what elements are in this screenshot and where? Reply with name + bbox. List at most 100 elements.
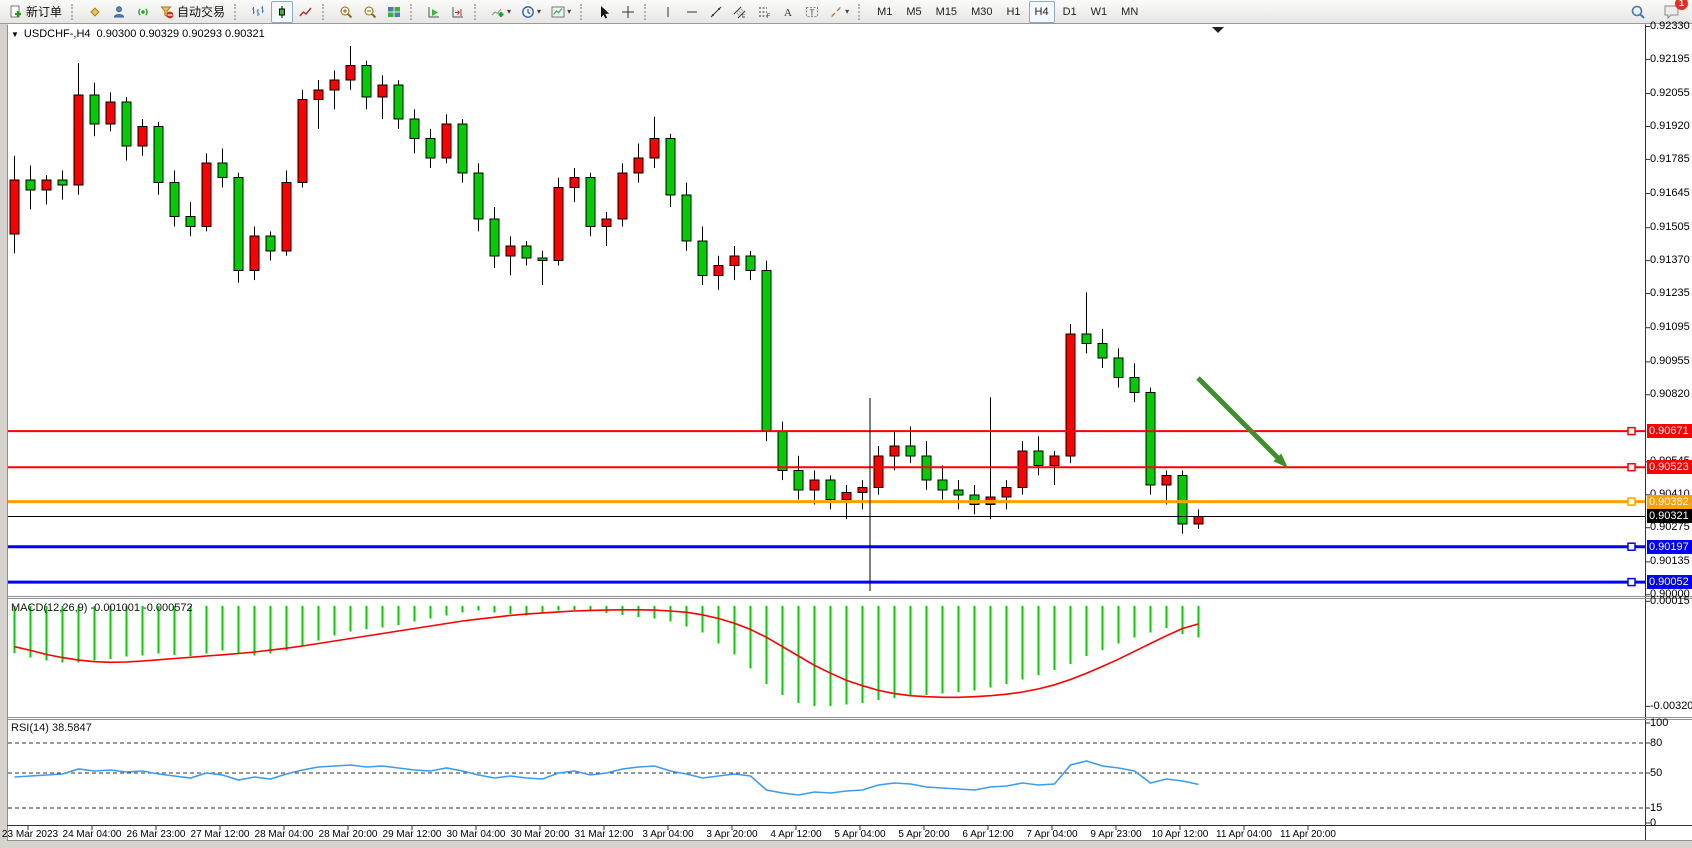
rsi-indicator-label: RSI(14) 38.5847 bbox=[11, 722, 92, 734]
candle bbox=[218, 163, 227, 178]
candle bbox=[938, 480, 947, 490]
candle bbox=[298, 100, 307, 183]
candle bbox=[10, 180, 19, 234]
candle bbox=[1114, 358, 1123, 378]
candle bbox=[1162, 475, 1171, 485]
candle bbox=[746, 256, 755, 271]
candle bbox=[538, 258, 547, 260]
candle bbox=[250, 236, 259, 270]
candle bbox=[234, 178, 243, 271]
candle bbox=[1098, 344, 1107, 359]
candle bbox=[1018, 451, 1027, 488]
candle bbox=[1002, 487, 1011, 497]
candle bbox=[650, 139, 659, 159]
rsi-axis-tick: 0 bbox=[1650, 817, 1656, 829]
candle bbox=[1034, 451, 1043, 466]
candle bbox=[586, 178, 595, 227]
candle bbox=[170, 183, 179, 217]
candle bbox=[474, 173, 483, 219]
rsi-name: RSI(14) bbox=[11, 722, 49, 734]
chart-ohlc-values: 0.90300 0.90329 0.90293 0.90321 bbox=[97, 28, 265, 40]
rsi-pane bbox=[8, 743, 1645, 808]
candle bbox=[1066, 334, 1075, 456]
candle bbox=[74, 95, 83, 185]
candle bbox=[362, 66, 371, 98]
candle bbox=[666, 139, 675, 195]
macd-indicator-label: MACD(12,26,9) -0.001001 -0.000572 bbox=[11, 602, 193, 614]
candle bbox=[794, 470, 803, 490]
price-line-tag: 0.90523 bbox=[1647, 460, 1692, 474]
price-axis-tick: 0.91095 bbox=[1650, 321, 1690, 333]
time-axis-label: 6 Apr 12:00 bbox=[962, 829, 1013, 840]
time-axis-label: 29 Mar 12:00 bbox=[383, 829, 442, 840]
chart-title: ▼ USDCHF-,H4 0.90300 0.90329 0.90293 0.903… bbox=[11, 28, 265, 40]
time-axis-label: 3 Apr 20:00 bbox=[706, 829, 757, 840]
window-left-border bbox=[0, 24, 7, 848]
price-axis-tick: 0.91235 bbox=[1650, 287, 1690, 299]
candle bbox=[506, 246, 515, 256]
candle bbox=[282, 183, 291, 251]
candle bbox=[490, 219, 499, 256]
price-axis-tick: 0.90135 bbox=[1650, 555, 1690, 567]
time-axis-label: 30 Mar 20:00 bbox=[511, 829, 570, 840]
rsi-axis-tick: 100 bbox=[1650, 717, 1668, 729]
candle bbox=[122, 102, 131, 146]
candle bbox=[570, 178, 579, 188]
candle bbox=[730, 256, 739, 266]
price-line-tag: 0.90052 bbox=[1647, 575, 1692, 589]
candle bbox=[682, 195, 691, 241]
macd-name: MACD(12,26,9) bbox=[11, 602, 87, 614]
candle bbox=[26, 180, 35, 190]
candle bbox=[874, 456, 883, 488]
macd-pane bbox=[15, 606, 1199, 706]
candle bbox=[890, 446, 899, 456]
rsi-axis-tick: 80 bbox=[1650, 737, 1662, 749]
candles bbox=[10, 46, 1203, 534]
time-axis-label: 27 Mar 12:00 bbox=[191, 829, 250, 840]
rsi-value: 38.5847 bbox=[52, 722, 92, 734]
time-axis-label: 5 Apr 20:00 bbox=[898, 829, 949, 840]
candle bbox=[106, 102, 115, 124]
one-click-trading-expander[interactable]: ▼ bbox=[11, 30, 19, 39]
chart-symbol-period: USDCHF-,H4 bbox=[24, 28, 91, 40]
candle bbox=[266, 236, 275, 251]
time-axis-label: 11 Apr 20:00 bbox=[1280, 829, 1336, 840]
chart-shift-marker[interactable] bbox=[1212, 27, 1224, 33]
candle bbox=[1146, 392, 1155, 485]
candle bbox=[442, 124, 451, 158]
price-line-tag: 0.90382 bbox=[1647, 495, 1692, 509]
window-bottom-border bbox=[0, 841, 1692, 848]
chart-plot bbox=[0, 0, 1692, 848]
candle bbox=[906, 446, 915, 456]
price-line-tag: 0.90197 bbox=[1647, 540, 1692, 554]
down-arrow-object[interactable] bbox=[1198, 378, 1288, 468]
time-axis-label: 28 Mar 20:00 bbox=[319, 829, 378, 840]
candle bbox=[778, 431, 787, 470]
candle bbox=[954, 490, 963, 495]
candle bbox=[602, 219, 611, 226]
time-axis-label: 4 Apr 12:00 bbox=[770, 829, 821, 840]
price-axis-tick: 0.90820 bbox=[1650, 388, 1690, 400]
candle bbox=[842, 492, 851, 499]
horizontal-line-objects[interactable] bbox=[8, 428, 1645, 586]
time-axis-label: 7 Apr 04:00 bbox=[1026, 829, 1077, 840]
price-axis-tick: 0.90955 bbox=[1650, 355, 1690, 367]
time-axis-label: 30 Mar 04:00 bbox=[447, 829, 506, 840]
macd-values: -0.001001 -0.000572 bbox=[90, 602, 192, 614]
price-axis-tick: 0.92055 bbox=[1650, 87, 1690, 99]
time-axis-label: 3 Apr 04:00 bbox=[642, 829, 693, 840]
candle bbox=[378, 85, 387, 97]
candle bbox=[426, 139, 435, 159]
candle bbox=[714, 266, 723, 276]
candle bbox=[618, 173, 627, 219]
macd-axis-tick: -0.003208 bbox=[1650, 700, 1692, 712]
trading-terminal: 新订单自动交易▾▾▾EFAT▾M1M5M15M30H1H4D1W1MN1 ▼US… bbox=[0, 0, 1692, 848]
candle bbox=[698, 241, 707, 275]
time-axis-label: 11 Apr 04:00 bbox=[1216, 829, 1272, 840]
candle bbox=[1050, 456, 1059, 466]
candle bbox=[58, 180, 67, 185]
time-axis-label: 9 Apr 23:00 bbox=[1090, 829, 1141, 840]
candle bbox=[138, 126, 147, 146]
price-line-tag: 0.90671 bbox=[1647, 424, 1692, 438]
candle bbox=[634, 158, 643, 173]
